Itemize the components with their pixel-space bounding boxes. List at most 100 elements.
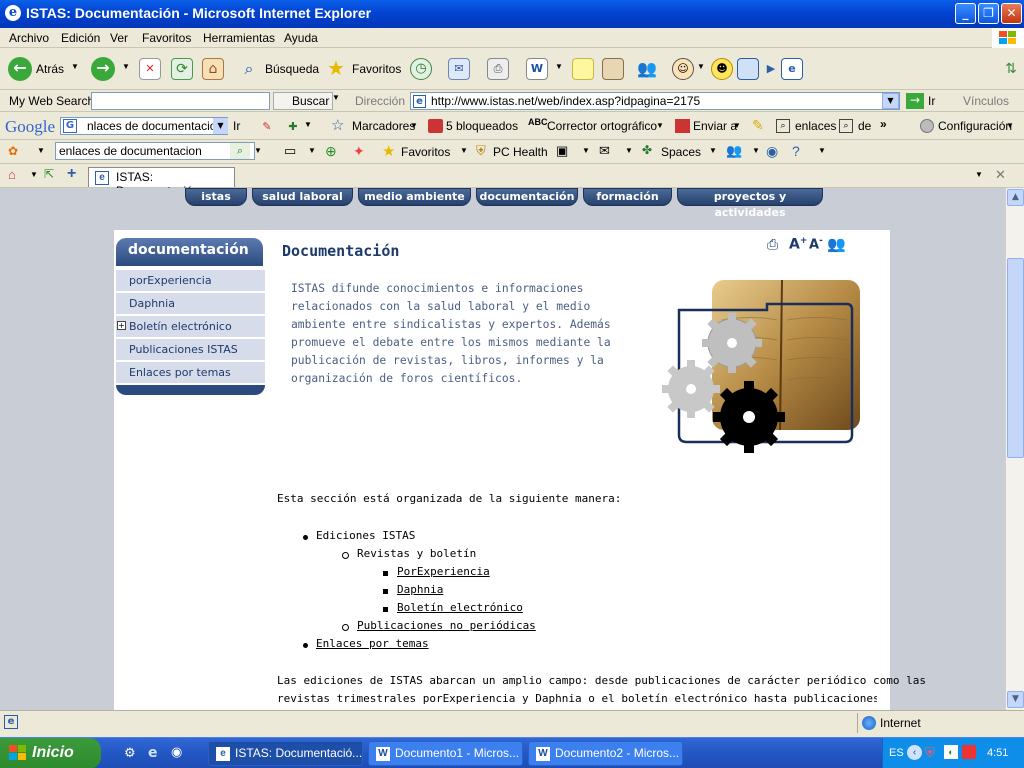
language-indicator[interactable]: ES [889, 747, 904, 759]
nav-documentacion[interactable]: documentación [476, 188, 578, 206]
scroll-up-icon[interactable]: ▲ [1007, 189, 1024, 206]
help-icon[interactable]: ? [792, 143, 800, 159]
rss-icon[interactable]: ▣ [556, 143, 568, 159]
menu-edicion[interactable]: Edición [61, 31, 100, 45]
back-dropdown-icon[interactable]: ▼ [71, 62, 79, 71]
help-dropdown-icon[interactable]: ▼ [818, 146, 826, 155]
scroll-thumb[interactable] [1007, 258, 1024, 458]
address-input[interactable]: http://www.istas.net/web/index.asp?idpag… [410, 92, 900, 110]
msn-dropdown-icon[interactable]: ▼ [37, 146, 45, 155]
circle-icon[interactable]: ◉ [766, 143, 778, 160]
sidebar-item-boletin[interactable]: + Boletín electrónico [116, 316, 265, 338]
settings-dropdown-icon[interactable]: ▼ [1006, 121, 1014, 130]
favorites-star-icon[interactable]: ★ [325, 57, 347, 79]
favorites-button[interactable]: Favoritos [352, 62, 401, 76]
tab-list-icon[interactable]: ⇱ [44, 167, 54, 181]
google-g-icon[interactable]: G [63, 119, 77, 133]
share-people-icon[interactable]: 👥 [827, 235, 846, 253]
stop-button[interactable]: ✕ [139, 58, 161, 80]
ie-e-icon[interactable]: e [781, 58, 803, 80]
spaces-button[interactable]: Spaces [661, 145, 701, 159]
back-arrow-icon[interactable]: ← [8, 57, 32, 81]
tab-menu-dropdown-icon[interactable]: ▼ [975, 170, 983, 179]
research-button[interactable] [602, 58, 624, 80]
mywebsearch-button[interactable]: Buscar [273, 92, 334, 110]
clock[interactable]: 4:51 [987, 747, 1008, 759]
popups-blocked[interactable]: 5 bloqueados [446, 119, 518, 133]
spaces-dropdown-icon[interactable]: ▼ [709, 146, 717, 155]
mail-icon[interactable]: ✉ [599, 143, 610, 159]
forward-dropdown-icon[interactable]: ▼ [122, 62, 130, 71]
tab-istas[interactable]: e ISTAS: Documentación [88, 167, 235, 198]
nav-salud-laboral[interactable]: salud laboral [252, 188, 353, 206]
link-porexperiencia[interactable]: PorExperiencia [397, 565, 490, 578]
mail-button[interactable]: ✉ [448, 58, 470, 80]
tray-blocker-icon[interactable] [962, 745, 976, 759]
msn-search-input[interactable]: enlaces de documentacion [55, 142, 255, 160]
search-button[interactable]: Búsqueda [265, 62, 319, 76]
edit-word-button[interactable]: W [526, 58, 548, 80]
puzzle-icon[interactable]: ✚ [282, 116, 304, 138]
add-icon[interactable]: ⊕ [325, 143, 337, 160]
google-logo[interactable]: Google [5, 117, 55, 137]
link-boletin[interactable]: Boletín electrónico [397, 601, 523, 614]
forward-button[interactable]: → [91, 57, 115, 81]
msn-favorites-button[interactable]: Favoritos [401, 145, 450, 159]
sidebar-item-enlaces[interactable]: Enlaces por temas [116, 362, 265, 384]
window-dropdown-icon[interactable]: ▼ [308, 146, 316, 155]
expand-plus-icon[interactable]: + [117, 321, 126, 330]
go-arrow-icon[interactable]: → [906, 93, 924, 109]
messenger-icon[interactable]: 👥 [636, 58, 658, 80]
favorites-icon[interactable]: ★ [382, 142, 395, 160]
search-term-enlaces[interactable]: enlaces [795, 119, 836, 133]
go-button[interactable]: Ir [928, 94, 935, 108]
font-decrease-icon[interactable]: A- [809, 236, 823, 252]
link-enlaces-por-temas[interactable]: Enlaces por temas [316, 637, 429, 650]
mywebsearch-dropdown-icon[interactable]: ▼ [332, 93, 340, 102]
screen-icon[interactable] [737, 58, 759, 80]
taskbar-button-documento1[interactable]: W Documento1 - Micros... [368, 741, 523, 766]
spellcheck-dropdown-icon[interactable]: ▼ [656, 121, 664, 130]
google-dropdown-icon[interactable]: ▼ [213, 118, 228, 134]
menu-archivo[interactable]: Archivo [9, 31, 49, 45]
chevron-more-icon[interactable]: » [880, 117, 887, 131]
bookmarks-star-icon[interactable]: ☆ [331, 116, 344, 134]
search-icon[interactable]: ⌕ [238, 58, 260, 80]
window-icon[interactable]: ▭ [284, 143, 296, 159]
menu-ver[interactable]: Ver [110, 31, 128, 45]
new-tab-plus-icon[interactable]: + [67, 165, 76, 183]
sync-icon[interactable]: ⇅ [1000, 58, 1022, 80]
link-no-periodicas[interactable]: Publicaciones no periódicas [357, 619, 536, 632]
cursor-icon[interactable]: ▶ [760, 58, 782, 80]
bookmarks-dropdown-icon[interactable]: ▼ [410, 121, 418, 130]
smiley-face-icon[interactable]: ☺ [672, 58, 694, 80]
taskbar-button-documento2[interactable]: W Documento2 - Micros... [528, 741, 683, 766]
close-button[interactable]: ✕ [1001, 3, 1022, 24]
bookmarks-button[interactable]: Marcadores [352, 119, 415, 133]
rss-dropdown-icon[interactable]: ▼ [582, 146, 590, 155]
quicklaunch-ie-icon[interactable]: e [148, 745, 158, 761]
vertical-scrollbar[interactable]: ▲ ▼ [1005, 188, 1024, 710]
emoticon-icon[interactable]: ☻ [711, 58, 733, 80]
nav-proyectos[interactable]: proyectos y actividades [677, 188, 823, 219]
messenger-buddy-icon[interactable]: 👥 [726, 143, 742, 159]
butterfly-icon[interactable]: ✦ [353, 143, 365, 160]
msn-search-dropdown-icon[interactable]: ▼ [254, 146, 262, 155]
menu-favoritos[interactable]: Favoritos [142, 31, 191, 45]
pagerank-icon[interactable]: ✎ [256, 116, 278, 138]
links-label[interactable]: Vínculos [963, 94, 1009, 108]
close-tab-icon[interactable]: ✕ [995, 167, 1006, 183]
maximize-button[interactable]: ❐ [978, 3, 999, 24]
mail-dropdown-icon[interactable]: ▼ [625, 146, 633, 155]
sidebar-item-porexperiencia[interactable]: porExperiencia [116, 270, 265, 292]
sidebar-item-publicaciones[interactable]: Publicaciones ISTAS [116, 339, 265, 361]
minimize-button[interactable]: _ [955, 3, 976, 24]
highlight-icon[interactable]: ✎ [752, 117, 764, 134]
search-term-de[interactable]: de [858, 119, 871, 133]
refresh-button[interactable]: ⟳ [171, 58, 193, 80]
pc-health-button[interactable]: PC Health [493, 145, 548, 159]
tray-app-icon[interactable]: ◐ [944, 745, 958, 759]
scroll-down-icon[interactable]: ▼ [1007, 691, 1024, 708]
link-daphnia[interactable]: Daphnia [397, 583, 443, 596]
smiley-dropdown-icon[interactable]: ▼ [697, 62, 705, 71]
